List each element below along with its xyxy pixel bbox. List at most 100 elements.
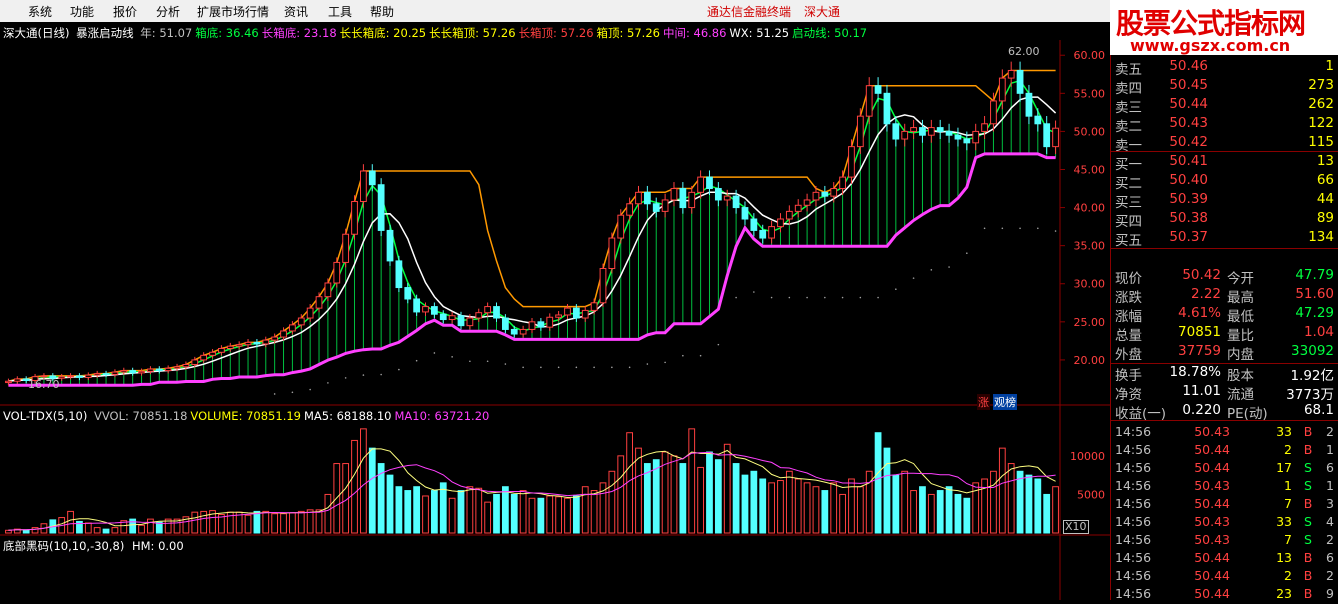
order-book-row[interactable]: 卖三 50.44 262 xyxy=(1110,96,1338,116)
y-tick-label: 20.00 xyxy=(1074,354,1106,367)
candle-body xyxy=(297,317,305,326)
volume-bar xyxy=(839,493,846,534)
candle-body xyxy=(422,306,429,313)
candle-body xyxy=(546,316,554,328)
tick-row[interactable]: 14:56 50.43 1 S 1 xyxy=(1110,478,1338,496)
volume-bar xyxy=(750,470,758,534)
tick-side: S xyxy=(1304,460,1312,475)
order-book-row[interactable]: 卖四 50.45 273 xyxy=(1110,77,1338,97)
stat-row[interactable]: 外盘 37759 内盘 33092 xyxy=(1110,343,1338,363)
volume-bar xyxy=(759,478,767,534)
order-book-row[interactable]: 卖一 50.42 115 xyxy=(1110,134,1338,154)
order-volume: 13 xyxy=(1316,153,1334,169)
order-book-row[interactable]: 买一 50.41 13 xyxy=(1110,153,1338,173)
tick-row[interactable]: 14:56 50.44 13 B 6 xyxy=(1110,550,1338,568)
candle-body xyxy=(741,207,749,220)
zhang-tag[interactable]: 涨 xyxy=(977,394,990,410)
volume-bar xyxy=(484,501,492,534)
stat-row[interactable]: 涨跌 2.22 最高 51.60 xyxy=(1110,286,1338,306)
tick-row[interactable]: 14:56 50.43 7 S 2 xyxy=(1110,532,1338,550)
support-dot xyxy=(735,296,737,299)
volume-bar xyxy=(679,463,687,534)
support-dot xyxy=(753,291,755,293)
candle-body xyxy=(289,324,296,332)
support-dot xyxy=(699,354,702,357)
indicator-field-6: 箱顶: 57.26 xyxy=(596,26,660,40)
order-book-row[interactable]: 卖二 50.43 122 xyxy=(1110,115,1338,135)
volume-bar xyxy=(1016,470,1024,534)
y-tick-label: 40.00 xyxy=(1074,202,1106,215)
candle-body xyxy=(803,199,811,206)
tick-time: 14:56 xyxy=(1115,424,1152,439)
support-dot xyxy=(912,277,915,279)
tick-price: 50.44 xyxy=(1194,550,1230,565)
candle-body xyxy=(395,260,403,289)
stat-row[interactable]: 涨幅 4.61% 最低 47.29 xyxy=(1110,305,1338,325)
quote-panel: 卖五 50.46 1 卖四 50.45 273 卖三 50.44 262 卖二 50.43 122 卖一… xyxy=(1110,55,1338,601)
candle-body xyxy=(714,188,722,201)
volume-bar xyxy=(572,495,580,534)
volume-tick-label: 10000 xyxy=(1070,450,1105,463)
support-dot xyxy=(930,269,933,271)
candle-body xyxy=(76,375,83,378)
tick-row[interactable]: 14:56 50.44 23 B 9 xyxy=(1110,586,1338,604)
order-price: 50.39 xyxy=(1169,191,1208,207)
volume-bar xyxy=(910,490,917,534)
support-dot xyxy=(362,374,365,376)
x10-scale-button[interactable]: X10 xyxy=(1063,520,1089,534)
candle-body xyxy=(723,195,731,201)
stat-row[interactable]: 现价 50.42 今开 47.79 xyxy=(1110,267,1338,287)
volume-bar xyxy=(1025,474,1033,534)
tick-side: S xyxy=(1304,478,1312,493)
order-book-row[interactable]: 买四 50.38 89 xyxy=(1110,210,1338,230)
candle-body xyxy=(856,115,864,148)
order-book-row[interactable]: 卖五 50.46 1 xyxy=(1110,58,1338,78)
candle-body xyxy=(901,130,909,140)
stat-value: 37759 xyxy=(1178,343,1221,359)
candle-body xyxy=(874,85,882,94)
tick-price: 50.44 xyxy=(1194,496,1230,511)
support-dot xyxy=(540,366,542,369)
tick-time: 14:56 xyxy=(1115,442,1152,457)
tick-row[interactable]: 14:56 50.44 2 B 2 xyxy=(1110,568,1338,586)
tick-time: 14:56 xyxy=(1115,478,1152,493)
volume-bar xyxy=(501,486,509,534)
tick-row[interactable]: 14:56 50.44 17 S 6 xyxy=(1110,460,1338,478)
volume-bar xyxy=(768,482,775,534)
stat-row[interactable]: 总量 70851 量比 1.04 xyxy=(1110,324,1338,344)
kline-chart[interactable]: 60.00 55.00 50.00 45.00 40.00 35.00 30.00 25.00… xyxy=(0,0,1110,600)
volume-tick-label: 5000 xyxy=(1077,488,1105,501)
support-dot xyxy=(380,373,382,376)
order-book-row[interactable]: 买二 50.40 66 xyxy=(1110,172,1338,192)
guanbang-tag[interactable]: 观榜 xyxy=(993,394,1017,410)
tick-price: 50.43 xyxy=(1194,478,1230,493)
order-book-row[interactable]: 买五 50.37 134 xyxy=(1110,229,1338,249)
fundamental-row[interactable]: 收益(一) 0.220 PE(动) 68.1 xyxy=(1110,402,1338,422)
vol-indicator-name: VOL-TDX(5,10) xyxy=(3,409,88,423)
volume-bar xyxy=(927,493,935,534)
vol-field-2: MA5: 68188.10 xyxy=(303,409,392,423)
candle-body xyxy=(173,366,181,369)
support-dot xyxy=(291,391,294,394)
volume-bar xyxy=(138,524,145,534)
tick-row[interactable]: 14:56 50.44 7 B 3 xyxy=(1110,496,1338,514)
tick-row[interactable]: 14:56 50.44 2 B 1 xyxy=(1110,442,1338,460)
panel-divider xyxy=(1110,55,1111,600)
tick-row[interactable]: 14:56 50.43 33 S 4 xyxy=(1110,514,1338,532)
order-book-row[interactable]: 买三 50.39 44 xyxy=(1110,191,1338,211)
fundamental-row[interactable]: 净资 11.01 流通 3773万 xyxy=(1110,383,1338,403)
volume-bar xyxy=(564,497,571,534)
indicator-field-9: 启动线: 50.17 xyxy=(792,26,868,40)
candle-body xyxy=(377,184,385,231)
fundamental-row[interactable]: 换手 18.78% 股本 1.92亿 xyxy=(1110,364,1338,384)
tick-volume: 33 xyxy=(1276,424,1292,439)
volume-bar xyxy=(360,428,367,534)
candle-body xyxy=(164,367,172,372)
candle-body xyxy=(84,374,92,378)
volume-bar xyxy=(368,447,376,534)
candle-body xyxy=(1016,69,1024,94)
volume-bar xyxy=(395,486,403,534)
support-dot xyxy=(575,366,578,369)
tick-row[interactable]: 14:56 50.43 33 B 2 xyxy=(1110,424,1338,442)
candle-body xyxy=(750,218,758,231)
